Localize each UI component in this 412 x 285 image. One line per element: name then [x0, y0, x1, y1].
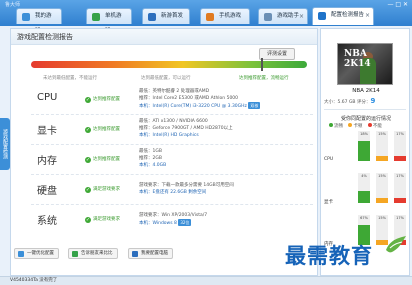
- core-badge: 双核: [248, 102, 261, 109]
- peer-metric-label: 显卡: [324, 200, 333, 205]
- peer-metric-bar: 17%: [394, 131, 406, 161]
- spec-requirements: 最低：ATI x1300 / NVIDIA 6600 推荐：Geforce 79…: [139, 119, 233, 138]
- cover-logo: NBA 2K14: [344, 49, 371, 69]
- spec-name: 显卡: [37, 126, 57, 137]
- legend-fail: 不能: [367, 123, 382, 129]
- vertical-tab-config-check[interactable]: 游戏配置检测: [0, 118, 10, 170]
- peer-metric-percent: 15%: [378, 174, 386, 178]
- game-rating-label: 评分：: [356, 100, 371, 105]
- watermark-logo: 最需教育: [285, 243, 373, 268]
- spec-requirements: 游戏要求：Win XP/2003/Vista/7 本机：Windows 8 32…: [139, 213, 208, 226]
- games-icon: [22, 13, 30, 21]
- check-icon: ✓: [85, 97, 91, 103]
- spec-status: ✓ 达到推荐配置: [85, 127, 120, 133]
- build-pc-button[interactable]: 我要配置电脑: [128, 248, 173, 259]
- peer-metric-bar: 4%: [358, 173, 370, 203]
- app-brand: 鲁大师: [5, 2, 21, 8]
- phone-icon: [206, 13, 214, 21]
- report-icon: [318, 12, 326, 20]
- star-icon: [148, 13, 156, 21]
- peer-metric-bar: 17%: [394, 173, 406, 203]
- spec-requirements: 最低：英特尔酷睿 2 处理器或AMD 推荐：Intel Core2 E5300 …: [139, 89, 261, 109]
- spec-row-gpu: 显卡 ✓ 达到推荐配置 最低：ATI x1300 / NVIDIA 6600 推荐…: [31, 115, 313, 145]
- spec-name: CPU: [37, 92, 58, 103]
- spec-row-disk: 硬盘 ✓ 满足游戏要求 游戏要求：下载一款最多分需要 14GB可用空间 本机：E盘…: [31, 175, 313, 205]
- peer-metric-percent: 4%: [361, 174, 367, 178]
- tab-single-games[interactable]: 单机游戏: [86, 8, 132, 34]
- peer-metric-bar: 15%: [376, 173, 388, 203]
- config-level-marker: [261, 58, 263, 71]
- spec-status: ✓ 达到推荐配置: [85, 97, 120, 103]
- config-level-bar: [31, 61, 307, 68]
- tab-game-helper[interactable]: 游戏助手 ×: [258, 8, 308, 24]
- peer-metric-percent: 17%: [396, 216, 404, 220]
- game-rating: 9: [370, 97, 376, 105]
- controller-icon: [92, 13, 100, 21]
- bar-label-mid: 达到最低配置，可以运行: [141, 76, 191, 81]
- bitness-badge: 32位: [178, 219, 192, 226]
- report-title: 游戏配置检测报告: [11, 29, 317, 45]
- check-icon: ✓: [85, 187, 91, 193]
- check-icon: ✓: [85, 127, 91, 133]
- game-name: NBA 2K14: [352, 88, 380, 94]
- score-settings-button[interactable]: 评测设置: [259, 48, 295, 60]
- peer-metric-bar: 15%: [376, 131, 388, 161]
- check-icon: ✓: [85, 217, 91, 223]
- game-size: 大小：5.67 GB: [324, 100, 356, 105]
- tab-config-report[interactable]: 配置检测报告 ×: [312, 7, 374, 25]
- close-icon[interactable]: ×: [299, 9, 304, 24]
- peer-metric-percent: 67%: [360, 216, 368, 220]
- tab-bar: 鲁大师 我的游戏 单机游戏 新游首发 手机游戏 游戏助手 × 配置检测报告 × …: [0, 0, 412, 34]
- share-icon: [72, 251, 78, 257]
- status-bar: V4540334Ta 没有完了: [0, 276, 412, 285]
- peer-metric-percent: 17%: [396, 132, 404, 136]
- share-friends-button[interactable]: 告诉朋友来比比: [68, 248, 118, 259]
- spec-row-cpu: CPU ✓ 达到推荐配置 最低：英特尔酷睿 2 处理器或AMD 推荐：Intel …: [31, 85, 313, 115]
- tab-my-games[interactable]: 我的游戏: [16, 8, 62, 34]
- peer-metric-percent: 15%: [378, 132, 386, 136]
- window-controls[interactable]: — □ ✕: [387, 1, 408, 8]
- check-icon: ✓: [85, 157, 91, 163]
- spec-row-os: 系统 ✓ 满足游戏要求 游戏要求：Win XP/2003/Vista/7 本机：W…: [31, 205, 313, 235]
- bar-label-min: 未达到最低配置，不能运行: [43, 76, 97, 81]
- spec-requirements: 最低：1GB 推荐：2GB 本机：4.0GB: [139, 149, 167, 168]
- spec-name: 内存: [37, 156, 57, 167]
- bird-icon: [386, 236, 406, 253]
- peer-stats-title: 受你同配置的运行情况: [340, 116, 391, 122]
- game-cover-image[interactable]: NBA 2K14: [337, 43, 393, 85]
- tab-new-games[interactable]: 新游首发: [142, 8, 190, 24]
- optimize-config-button[interactable]: 一键优化配置: [14, 248, 59, 259]
- spec-status: ✓ 满足游戏要求: [85, 187, 120, 193]
- peer-metric-percent: 18%: [360, 132, 368, 136]
- peer-metric-percent: 15%: [378, 216, 386, 220]
- spec-status: ✓ 满足游戏要求: [85, 217, 120, 223]
- report-panel: 游戏配置检测报告 评测设置 未达到最低配置，不能运行 达到最低配置，可以运行 达…: [10, 28, 318, 276]
- peer-metric-percent: 17%: [396, 174, 404, 178]
- spec-name: 系统: [37, 216, 57, 227]
- spec-row-memory: 内存 ✓ 达到推荐配置 最低：1GB 推荐：2GB 本机：4.0GB: [31, 145, 313, 175]
- peer-stats-legend: 流畅 卡顿 不能: [329, 123, 386, 129]
- bar-label-good: 达到推荐配置，流畅运行: [239, 76, 289, 81]
- peer-metric-label: CPU: [324, 157, 334, 162]
- spec-requirements: 游戏要求：下载一款最多分需要 14GB可用空间 本机：E盘还有 22.6GB 剩…: [139, 183, 234, 195]
- optimize-icon: [18, 251, 24, 257]
- divider: [324, 109, 406, 110]
- spec-name: 硬盘: [37, 186, 57, 197]
- helper-icon: [264, 13, 272, 21]
- computer-icon: [132, 251, 138, 257]
- spec-rows: CPU ✓ 达到推荐配置 最低：英特尔酷睿 2 处理器或AMD 推荐：Intel …: [31, 85, 313, 235]
- tab-mobile-games[interactable]: 手机游戏: [200, 8, 250, 24]
- game-meta: 大小：5.67 GB 评分：9: [324, 97, 375, 105]
- legend-smooth: 流畅: [329, 123, 343, 129]
- legend-lag: 卡顿: [348, 123, 362, 129]
- peer-metric-bar: 18%: [358, 131, 370, 161]
- spec-status: ✓ 达到推荐配置: [85, 157, 120, 163]
- close-icon[interactable]: ×: [365, 8, 370, 23]
